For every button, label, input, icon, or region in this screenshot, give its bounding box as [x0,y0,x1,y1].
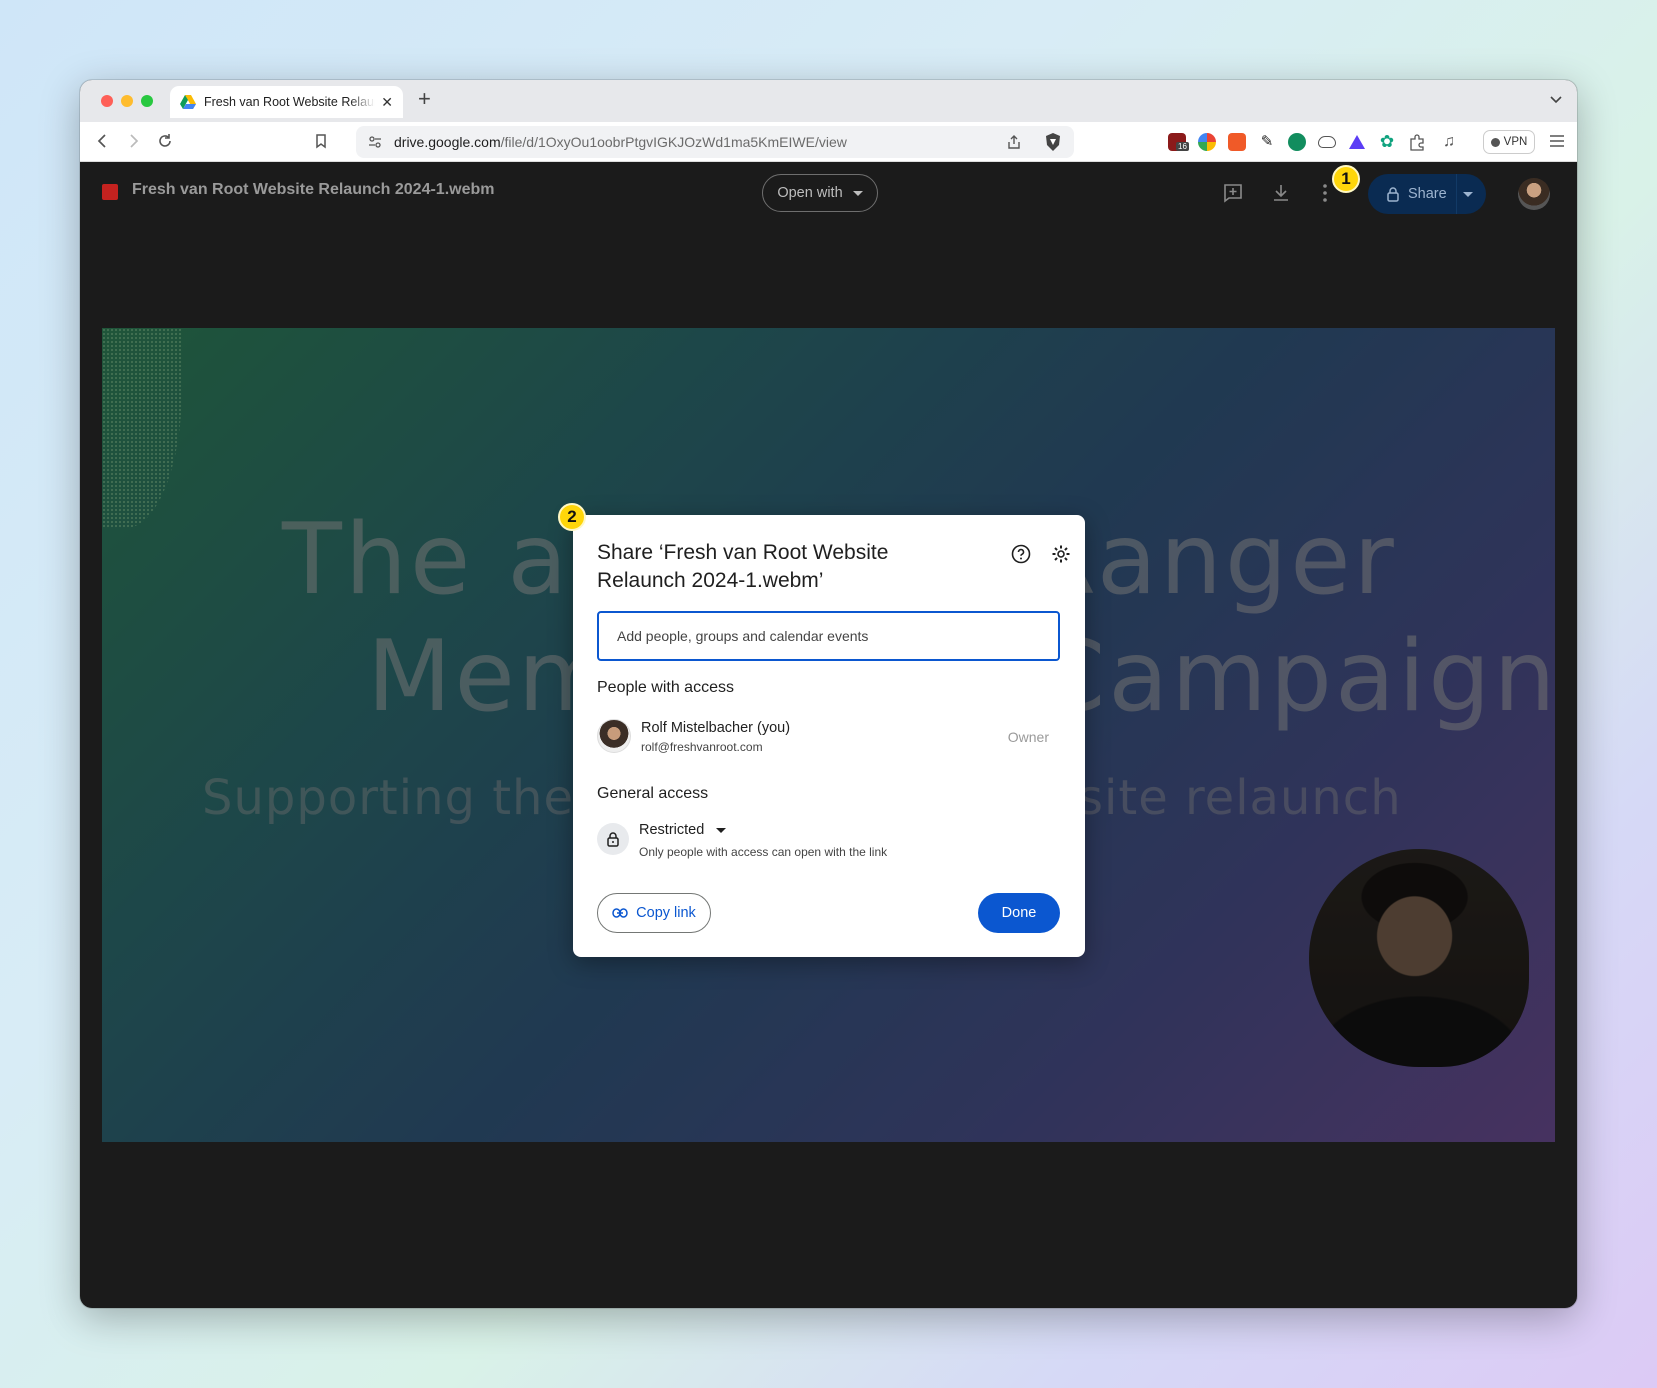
link-icon [612,908,628,918]
settings-gear-icon[interactable] [1050,543,1072,565]
add-comment-icon[interactable] [1222,182,1244,204]
share-dialog: Share ‘Fresh van Root Website Relaunch 2… [573,515,1085,957]
vpn-label: VPN [1503,136,1528,148]
chevron-down-icon[interactable] [1549,92,1563,106]
color-picker-extension-icon[interactable] [1198,133,1216,151]
share-dropdown-icon[interactable] [1463,192,1473,197]
caret-down-icon [716,827,727,833]
access-level-label: Restricted [639,822,705,838]
restricted-lock-icon [597,823,629,855]
ublock-extension-icon[interactable]: 16 [1168,133,1189,151]
maximize-window-button[interactable] [141,95,153,107]
person-name: Rolf Mistelbacher (you) [641,720,791,736]
percent-extension-icon[interactable] [1228,133,1246,151]
address-bar[interactable]: drive.google.com/file/d/1OxyOu1oobrPtgvI… [356,126,1074,158]
google-drive-icon [180,95,196,109]
triangle-extension-icon[interactable] [1348,133,1366,151]
url-host: drive.google.com [394,134,501,150]
vpn-status-icon [1490,137,1500,147]
url-path: /file/d/1OxyOu1oobrPtgvIGKJOzWd1ma5KmEIW… [500,134,847,150]
close-tab-icon[interactable]: ✕ [381,94,393,111]
person-email: rolf@freshvanroot.com [641,740,763,754]
download-icon[interactable] [1270,182,1292,204]
general-access-heading: General access [597,785,709,802]
access-level-dropdown[interactable]: Restricted [639,822,727,838]
minimize-window-button[interactable] [121,95,133,107]
tab-title: Fresh van Root Website Relaunch 2024-1.w… [204,95,375,109]
grammarly-extension-icon[interactable] [1288,133,1306,151]
brave-shield-icon[interactable] [1044,132,1062,152]
tab-bar: Fresh van Root Website Relaunch 2024-1.w… [80,80,1577,122]
url-text: drive.google.com/file/d/1OxyOu1oobrPtgvI… [394,134,847,150]
video-file-icon [102,184,118,200]
hamburger-menu-icon[interactable] [1549,134,1565,148]
open-with-label: Open with [777,185,843,201]
file-title: Fresh van Root Website Relaunch 2024-1.w… [132,181,495,198]
reload-icon[interactable] [156,132,174,150]
puzzle-extensions-icon[interactable] [1408,133,1426,151]
browser-tab[interactable]: Fresh van Root Website Relaunch 2024-1.w… [170,86,403,118]
people-with-access-heading: People with access [597,679,734,696]
done-button[interactable]: Done [978,893,1060,933]
caret-down-icon [852,190,863,196]
share-button[interactable]: Share [1368,174,1486,214]
step-badge-1: 1 [1332,165,1360,193]
media-icon[interactable]: ♫ [1440,133,1458,151]
share-label: Share [1408,186,1447,202]
open-with-button[interactable]: Open with [762,174,878,212]
account-avatar[interactable] [1518,178,1550,210]
navigation-bar: drive.google.com/file/d/1OxyOu1oobrPtgvI… [80,122,1577,162]
new-tab-button[interactable]: + [418,88,431,110]
copy-link-label: Copy link [636,905,696,921]
vpn-button[interactable]: VPN [1483,130,1535,154]
site-settings-icon[interactable] [368,135,382,149]
dialog-title: Share ‘Fresh van Root Website Relaunch 2… [597,541,889,592]
person-role: Owner [1007,729,1049,745]
pin-extension-icon[interactable]: ✎ [1258,133,1276,151]
cloud-extension-icon[interactable] [1318,136,1336,148]
add-people-input[interactable] [597,611,1060,661]
back-icon[interactable] [94,132,112,150]
close-window-button[interactable] [101,95,113,107]
bookmark-icon[interactable] [312,132,330,150]
share-page-icon[interactable] [1006,134,1022,150]
forward-icon[interactable] [124,132,142,150]
extension-badge: 16 [1176,142,1189,151]
lock-icon [1387,187,1399,202]
copy-link-button[interactable]: Copy link [597,893,711,933]
drive-viewer-header: Fresh van Root Website Relaunch 2024-1.w… [80,162,1577,224]
step-badge-2: 2 [558,503,586,531]
access-description: Only people with access can open with th… [639,845,888,859]
chatgpt-extension-icon[interactable]: ✿ [1378,133,1396,151]
person-avatar [597,719,631,753]
help-icon[interactable] [1010,543,1032,565]
share-divider [1456,174,1457,214]
